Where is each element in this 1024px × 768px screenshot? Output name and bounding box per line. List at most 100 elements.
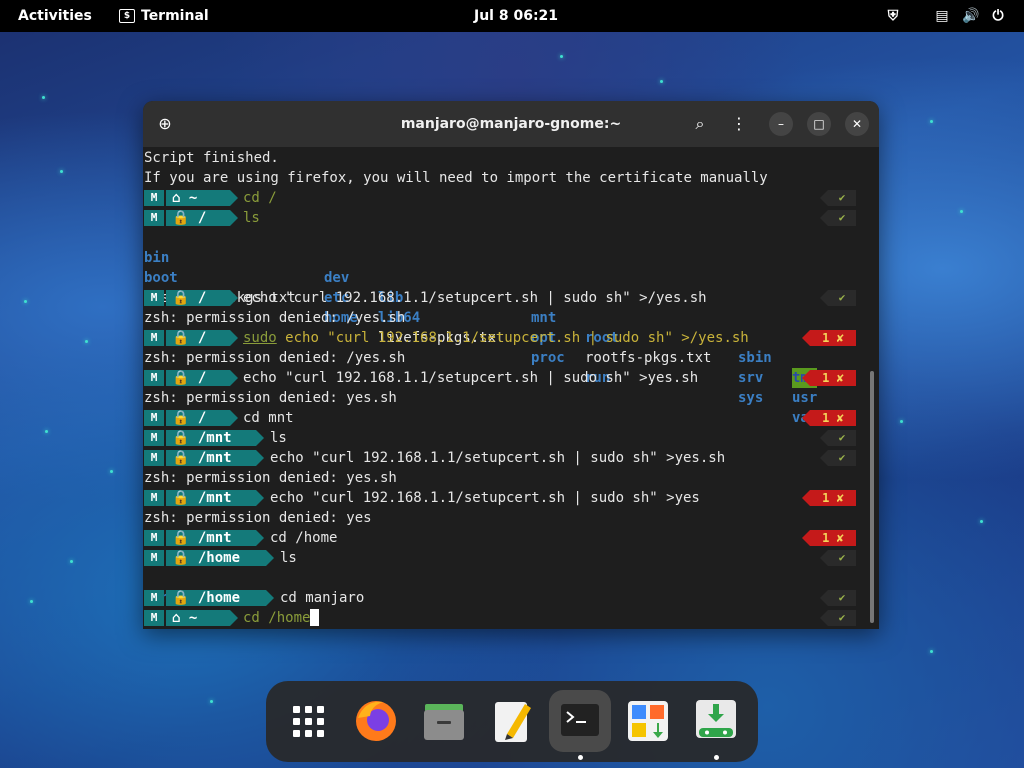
prompt-arrow — [230, 290, 238, 306]
status-error-badge: 1 ✘ — [802, 410, 856, 426]
prompt-path: ⌂ ~ — [166, 610, 230, 626]
menu-icon[interactable]: ⋮ — [727, 112, 751, 136]
command: ls — [280, 550, 297, 566]
status-ok-badge: ✔ — [820, 430, 856, 446]
prompt-line: M 🔒 /home ls ✔ — [144, 548, 864, 568]
apps-grid-button[interactable] — [277, 690, 339, 752]
terminal-scrollbar[interactable] — [870, 371, 874, 623]
prompt-line: M 🔒 /mnt cd /home 1 ✘ — [144, 528, 864, 548]
apps-grid-icon — [293, 706, 324, 737]
prompt-line: M 🔒 /mnt ls ✔ — [144, 428, 864, 448]
output-line: zsh: permission denied: yes.sh — [144, 470, 397, 486]
manjaro-icon: M — [144, 610, 164, 626]
status-ok-badge: ✔ — [820, 210, 856, 226]
prompt-line: M 🔒 / cd mnt 1 ✘ — [144, 408, 864, 428]
prompt-arrow — [230, 410, 238, 426]
wallpaper-star — [900, 420, 903, 423]
terminal-icon: $ — [119, 9, 135, 23]
wallpaper-star — [960, 210, 963, 213]
output-line: zsh: permission denied: yes — [144, 510, 372, 526]
status-ok-badge: ✔ — [820, 550, 856, 566]
top-bar: Activities $ Terminal Jul 8 06:21 ⛨ ▤ 🔊 ⏻ — [0, 0, 1024, 32]
installer-icon — [696, 700, 736, 738]
manjaro-icon: M — [144, 210, 164, 226]
prompt-arrow — [230, 330, 238, 346]
status-error-badge: 1 ✘ — [802, 330, 856, 346]
command: cd manjaro — [280, 590, 365, 606]
text-cursor — [310, 609, 320, 626]
prompt-line-current[interactable]: M ⌂ ~ cd /home ✔ — [144, 608, 864, 628]
files-button[interactable] — [413, 690, 475, 752]
power-icon[interactable]: ⏻ — [990, 8, 1006, 24]
command: echo "curl 192.168.1.1/setupcert.sh | su… — [270, 450, 726, 466]
software-button[interactable] — [617, 690, 679, 752]
running-indicator — [714, 755, 719, 760]
prompt-path: 🔒 /mnt — [166, 430, 256, 446]
running-indicator — [578, 755, 583, 760]
wallpaper-star — [60, 170, 63, 173]
prompt-arrow — [230, 190, 238, 206]
prompt-line: M 🔒 / ls ✔ — [144, 208, 864, 228]
manjaro-icon: M — [144, 330, 164, 346]
wallpaper-star — [30, 600, 33, 603]
search-icon[interactable]: ⌕ — [688, 112, 712, 136]
wallpaper-star — [24, 300, 27, 303]
prompt-line: M 🔒 / echo "curl 192.168.1.1/setupcert.s… — [144, 368, 864, 388]
manjaro-icon: M — [144, 490, 164, 506]
prompt-arrow — [266, 590, 274, 606]
prompt-line: M ⌂ ~ cd / ✔ — [144, 188, 864, 208]
activities-button[interactable]: Activities — [18, 0, 92, 32]
command: cd mnt — [243, 410, 294, 426]
files-icon — [424, 704, 464, 740]
prompt-path: 🔒 / — [166, 290, 230, 306]
volume-icon[interactable]: 🔊 — [962, 8, 979, 24]
maximize-icon[interactable]: □ — [807, 112, 831, 136]
output-line: zsh: permission denied: yes.sh — [144, 390, 397, 406]
terminal-icon — [561, 704, 599, 736]
terminal-output[interactable]: Script finished. If you are using firefo… — [144, 148, 864, 628]
manjaro-icon: M — [144, 190, 164, 206]
firefox-button[interactable] — [345, 690, 407, 752]
command-text: sudo echo "curl 192.168.1.1/setupcert.sh… — [243, 328, 749, 348]
clock[interactable]: Jul 8 06:21 — [474, 0, 558, 32]
ls-row: boot etc lib64 opt rootfs-pkgs.txt srv u… — [144, 248, 864, 406]
title-bar[interactable]: ⊕ manjaro@manjaro-gnome:~ ⌕ ⋮ – □ ✕ — [143, 101, 879, 147]
minimize-icon[interactable]: – — [769, 112, 793, 136]
command: ls — [243, 210, 260, 226]
command-sudo: sudo — [243, 330, 277, 346]
manjaro-icon: M — [144, 430, 164, 446]
prompt-path: 🔒 /home — [166, 550, 266, 566]
manjaro-icon: M — [144, 370, 164, 386]
wallpaper-star — [110, 470, 113, 473]
command: echo "curl 192.168.1.1/setupcert.sh | su… — [243, 370, 699, 386]
prompt-path: 🔒 / — [166, 330, 230, 346]
status-ok-badge: ✔ — [820, 290, 856, 306]
dock — [266, 681, 758, 762]
prompt-line: M 🔒 / echo "curl 192.168.1.1/setupcert.s… — [144, 288, 864, 308]
screen-icon[interactable]: ▤ — [934, 8, 950, 24]
wallpaper-star — [930, 120, 933, 123]
status-ok-badge: ✔ — [820, 610, 856, 626]
text-editor-icon — [495, 702, 531, 742]
status-error-badge: 1 ✘ — [802, 370, 856, 386]
manjaro-icon: M — [144, 590, 164, 606]
manjaro-icon: M — [144, 410, 164, 426]
app-menu[interactable]: $ Terminal — [119, 0, 209, 32]
prompt-arrow — [230, 370, 238, 386]
software-icon — [628, 701, 668, 741]
prompt-path: 🔒 / — [166, 210, 230, 226]
command-input[interactable]: cd /home — [243, 608, 320, 628]
text-editor-button[interactable] — [481, 690, 543, 752]
prompt-path: 🔒 / — [166, 370, 230, 386]
installer-button[interactable] — [685, 690, 747, 760]
prompt-line: M 🔒 / sudo echo "curl 192.168.1.1/setupc… — [144, 328, 864, 348]
wallpaper-star — [560, 55, 563, 58]
shield-icon[interactable]: ⛨ — [885, 8, 901, 24]
command: echo "curl 192.168.1.1/setupcert.sh | su… — [285, 330, 749, 346]
terminal-button[interactable] — [549, 690, 611, 760]
close-icon[interactable]: ✕ — [845, 112, 869, 136]
prompt-arrow — [256, 450, 264, 466]
ls-row: desktopfs-pkgs.txt home livefs-pkgs.txt … — [144, 268, 864, 426]
command: cd /home — [270, 530, 338, 546]
prompt-path: 🔒 /home — [166, 590, 266, 606]
